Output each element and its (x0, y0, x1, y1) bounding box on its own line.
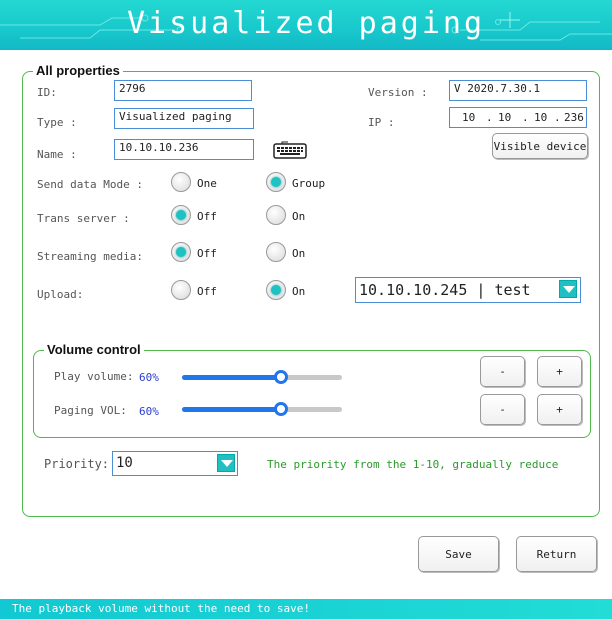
type-field[interactable]: Visualized paging (114, 108, 254, 129)
name-label: Name : (37, 148, 77, 161)
priority-value: 10 (116, 455, 133, 471)
name-field[interactable]: 10.10.10.236 (114, 139, 254, 160)
upload-label: Upload: (37, 288, 84, 301)
keyboard-icon-svg (273, 141, 307, 159)
paging-vol-plus-button[interactable]: + (537, 394, 582, 425)
type-label: Type : (37, 116, 77, 129)
trans-server-off-radio[interactable] (171, 205, 191, 225)
streaming-on-radio[interactable] (266, 242, 286, 262)
ip-dot-3: . (554, 111, 561, 124)
play-volume-plus-button[interactable]: + (537, 356, 582, 387)
ip-field[interactable]: 10 . 10 . 10 . 236 (449, 107, 587, 128)
visible-device-button[interactable]: Visible device (492, 133, 588, 159)
paging-vol-minus-button[interactable]: - (480, 394, 525, 425)
id-label: ID: (37, 86, 57, 99)
upload-off-label: Off (197, 285, 217, 298)
ip-octet-2[interactable]: 10 (498, 111, 511, 124)
ip-dot-1: . (486, 111, 493, 124)
volume-control-label: Volume control (44, 342, 144, 357)
trans-server-off-label: Off (197, 210, 217, 223)
upload-on-radio[interactable] (266, 280, 286, 300)
ip-octet-1[interactable]: 10 (462, 111, 475, 124)
save-button[interactable]: Save (418, 536, 499, 572)
trans-server-label: Trans server : (37, 212, 130, 225)
priority-label: Priority: (44, 457, 110, 471)
id-field[interactable]: 2796 (114, 80, 252, 101)
send-mode-group-radio[interactable] (266, 172, 286, 192)
upload-server-select[interactable]: 10.10.10.245 | test (355, 277, 581, 303)
streaming-on-label: On (292, 247, 306, 260)
play-volume-slider-fill (182, 375, 278, 380)
ip-label: IP : (368, 116, 395, 129)
title-bar: Visualized paging (0, 0, 612, 50)
streaming-off-label: Off (197, 247, 217, 260)
upload-on-label: On (292, 285, 306, 298)
upload-server-value: 10.10.10.245 | test (359, 281, 531, 299)
all-properties-label: All properties (33, 63, 123, 78)
streaming-media-label: Streaming media: (37, 250, 143, 263)
send-mode-group-label: Group (292, 177, 326, 190)
upload-off-radio[interactable] (171, 280, 191, 300)
paging-vol-slider-fill (182, 407, 278, 412)
trans-server-on-label: On (292, 210, 306, 223)
play-volume-label: Play volume: (54, 370, 134, 383)
status-message: The playback volume without the need to … (12, 602, 311, 615)
status-bar: The playback volume without the need to … (0, 599, 612, 619)
play-volume-minus-button[interactable]: - (480, 356, 525, 387)
paging-vol-label: Paging VOL: (54, 404, 127, 417)
paging-vol-slider-knob[interactable] (274, 402, 288, 416)
keyboard-icon[interactable] (273, 141, 307, 159)
ip-octet-4[interactable]: 236 (564, 111, 584, 124)
play-volume-percent: 60% (139, 371, 159, 384)
streaming-off-radio[interactable] (171, 242, 191, 262)
paging-vol-percent: 60% (139, 405, 159, 418)
paging-vol-slider[interactable] (182, 402, 342, 416)
window-title: Visualized paging (126, 6, 486, 41)
play-volume-slider[interactable] (182, 370, 342, 384)
return-button[interactable]: Return (516, 536, 597, 572)
priority-hint: The priority from the 1-10, gradually re… (267, 458, 559, 471)
version-field[interactable]: V 2020.7.30.1 (449, 80, 587, 101)
ip-dot-2: . (522, 111, 529, 124)
version-label: Version : (368, 86, 428, 99)
send-data-mode-label: Send data Mode : (37, 178, 143, 191)
trans-server-on-radio[interactable] (266, 205, 286, 225)
ip-octet-3[interactable]: 10 (534, 111, 547, 124)
priority-select[interactable]: 10 (112, 451, 238, 476)
chevron-down-icon[interactable] (217, 454, 235, 472)
chevron-down-icon[interactable] (559, 280, 577, 298)
send-mode-one-radio[interactable] (171, 172, 191, 192)
play-volume-slider-knob[interactable] (274, 370, 288, 384)
send-mode-one-label: One (197, 177, 217, 190)
